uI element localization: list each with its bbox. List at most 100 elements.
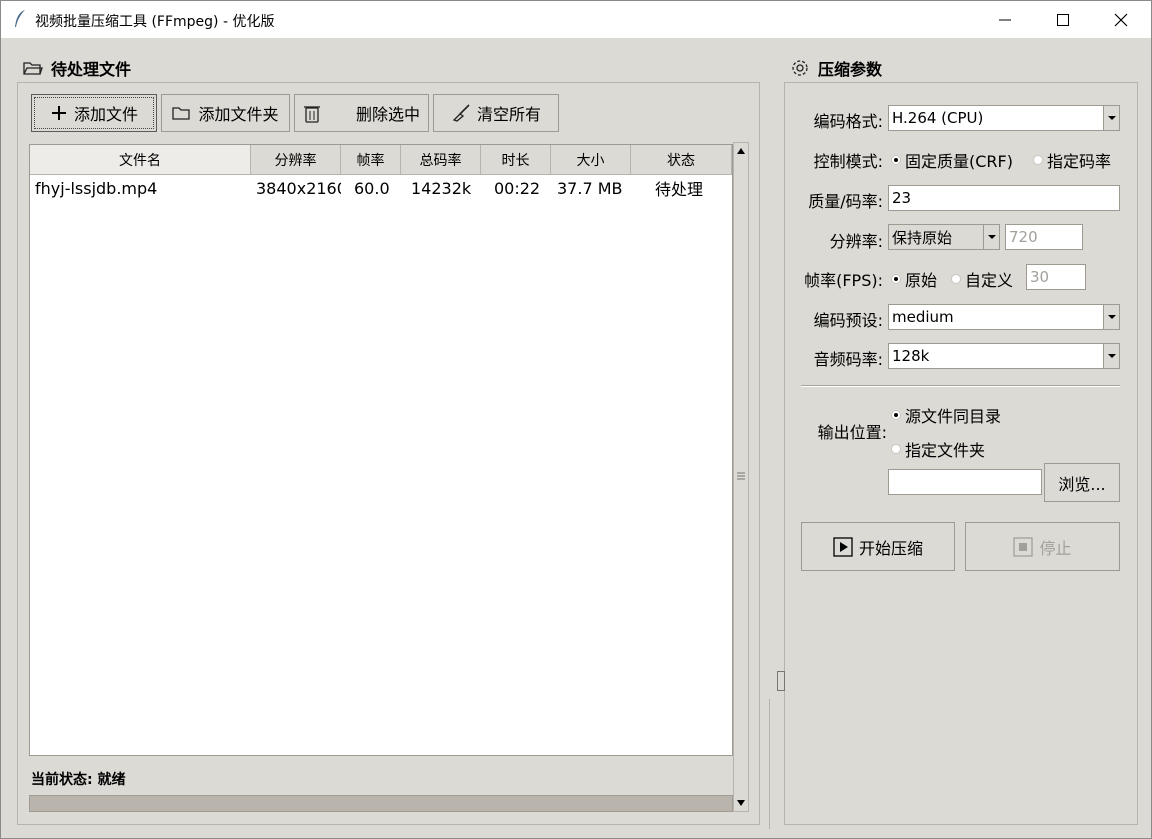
sash-handle[interactable] [777,671,785,691]
preset-select[interactable]: medium [888,304,1120,330]
add-file-label: 添加文件 [73,105,138,124]
mode-bitrate-radio[interactable]: 指定码率 [1033,148,1111,172]
stop-icon [1013,536,1034,557]
broom-icon [452,104,470,122]
add-folder-button[interactable]: 添加文件夹 [161,94,290,132]
resolution-value: 保持原始 [892,228,953,247]
pane-sash[interactable] [769,699,783,829]
radio-unselected-icon [951,274,961,284]
files-panel-header: 待处理文件 [23,56,131,80]
params-panel-title: 压缩参数 [818,60,883,79]
chevron-down-icon[interactable] [1103,106,1119,130]
quality-label: 质量/码率: [808,192,883,211]
cell-size: 37.7 MB [557,178,623,198]
audio-label: 音频码率: [813,350,883,369]
folder-icon [23,62,43,75]
trash-icon [304,106,320,123]
clear-all-button[interactable]: 清空所有 [433,94,559,132]
add-file-button[interactable]: 添加文件 [31,94,157,132]
mode-crf-radio[interactable]: 固定质量(CRF) [891,148,1013,172]
resolution-select[interactable]: 保持原始 [888,224,1000,250]
separator [801,385,1120,387]
cell-filename: fhyj-lssjdb.mp4 [35,178,158,198]
column-header-fps[interactable]: 帧率 [341,145,401,175]
fps-custom-input[interactable]: 30 [1026,264,1086,290]
mode-crf-label: 固定质量(CRF) [905,152,1013,171]
file-list-scrollbar[interactable] [733,142,749,812]
output-same-radio[interactable]: 源文件同目录 [891,403,1001,427]
close-icon [1114,13,1128,26]
file-list-header: 文件名 分辨率 帧率 总码率 时长 大小 状态 [30,145,732,175]
column-header-duration[interactable]: 时长 [481,145,551,175]
stop-label: 停止 [1039,538,1072,558]
progress-bar [29,795,733,812]
mode-label: 控制模式: [813,152,883,171]
browse-label: 浏览... [1058,474,1106,494]
output-folder-radio[interactable]: 指定文件夹 [891,437,985,461]
column-header-bitrate[interactable]: 总码率 [401,145,481,175]
gear-icon [792,60,808,76]
status-label: 当前状态: 就绪 [31,772,126,788]
delete-selected-button[interactable]: 删除选中 [294,94,429,132]
fps-original-label: 原始 [905,271,938,290]
close-button[interactable] [1092,1,1150,38]
column-header-size[interactable]: 大小 [551,145,631,175]
resolution-custom-input[interactable]: 720 [1005,224,1083,250]
minimize-button[interactable] [976,1,1034,38]
folder-icon [172,107,191,120]
column-header-resolution[interactable]: 分辨率 [251,145,341,175]
codec-select[interactable]: H.264 (CPU) [888,105,1120,131]
cell-duration: 00:22 [494,178,541,198]
output-path-input[interactable] [888,469,1042,495]
params-panel-header: 压缩参数 [790,56,882,80]
fps-label: 帧率(FPS): [804,271,883,290]
codec-label: 编码格式: [813,112,883,131]
stop-button[interactable]: 停止 [965,522,1120,571]
browse-button[interactable]: 浏览... [1044,463,1120,502]
radio-selected-icon [891,274,901,284]
cell-resolution: 3840x2160 [256,178,341,198]
scroll-down-icon [737,800,745,806]
table-row[interactable]: fhyj-lssjdb.mp4 3840x2160 60.0 14232k 00… [30,177,732,200]
title-bar: 视频批量压缩工具 (FFmpeg) - 优化版 [1,1,1151,38]
fps-custom-label: 自定义 [965,271,1014,290]
chevron-down-icon[interactable] [1103,344,1119,368]
audio-value: 128k [892,347,930,365]
minimize-icon [999,19,1011,20]
radio-selected-icon [891,155,901,165]
cell-status: 待处理 [655,180,704,199]
chevron-down-icon[interactable] [983,225,999,249]
cell-fps: 60.0 [354,178,390,198]
scroll-grip-icon [737,472,745,480]
preset-value: medium [892,308,954,326]
start-label: 开始压缩 [858,538,923,558]
resolution-label: 分辨率: [829,232,883,251]
play-icon [833,536,853,557]
column-header-status[interactable]: 状态 [631,145,732,175]
maximize-icon [1057,13,1069,26]
radio-unselected-icon [1033,155,1043,165]
output-folder-label: 指定文件夹 [905,441,986,460]
app-window: 视频批量压缩工具 (FFmpeg) - 优化版 待处理文件 添加文件 添加文件夹… [0,0,1152,839]
radio-selected-icon [891,410,901,420]
fps-original-radio[interactable]: 原始 [891,267,937,291]
delete-selected-label: 删除选中 [355,105,420,124]
window-title: 视频批量压缩工具 (FFmpeg) - 优化版 [35,14,275,30]
file-list[interactable]: 文件名 分辨率 帧率 总码率 时长 大小 状态 fhyj-lssjdb.mp4 … [29,144,733,756]
cell-bitrate: 14232k [411,178,472,198]
plus-icon [51,106,66,120]
add-folder-label: 添加文件夹 [198,105,279,124]
output-label: 输出位置: [817,423,887,442]
clear-all-label: 清空所有 [476,105,541,124]
maximize-button[interactable] [1034,1,1092,38]
preset-label: 编码预设: [813,311,883,330]
column-header-filename[interactable]: 文件名 [30,145,251,175]
radio-unselected-icon [891,444,901,454]
quality-input[interactable]: 23 [888,185,1120,211]
feather-icon [15,10,25,27]
audio-select[interactable]: 128k [888,343,1120,369]
output-same-label: 源文件同目录 [905,407,1002,426]
fps-custom-radio[interactable]: 自定义 [951,267,1013,291]
chevron-down-icon[interactable] [1103,305,1119,329]
start-button[interactable]: 开始压缩 [801,522,955,571]
